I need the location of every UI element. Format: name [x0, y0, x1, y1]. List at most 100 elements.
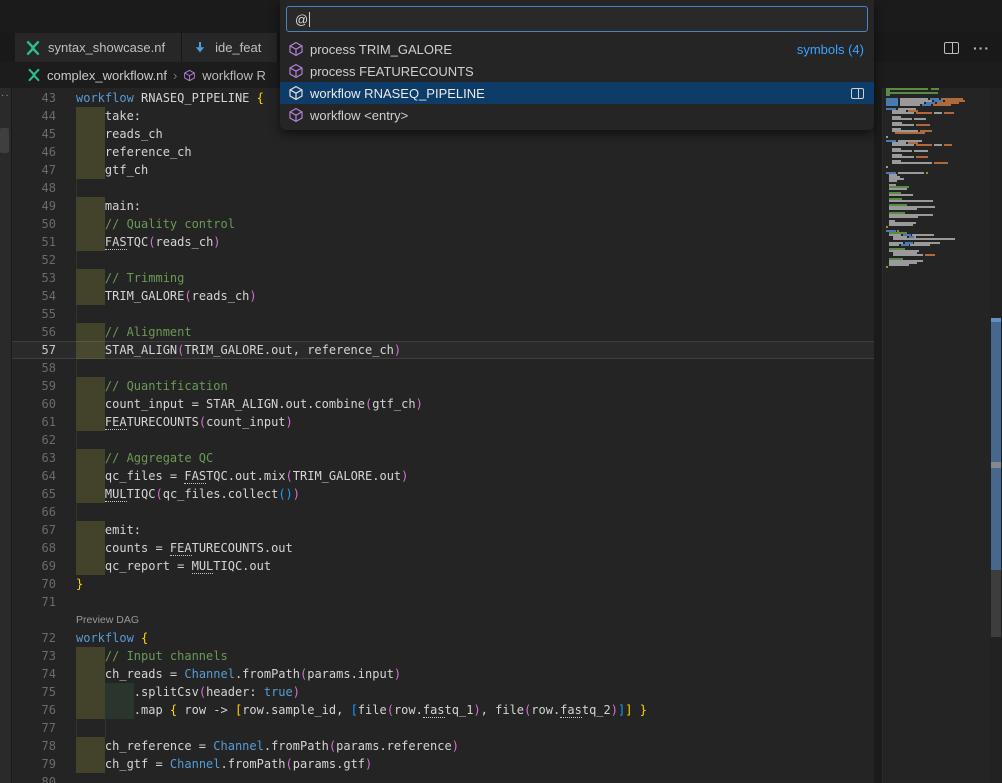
code-line[interactable]: 57STAR_ALIGN(TRIM_GALORE.out, reference_… — [12, 341, 874, 359]
code-text: gtf_ch — [105, 161, 148, 179]
symbols-count-link[interactable]: symbols (4) — [797, 42, 864, 57]
line-number: 46 — [12, 143, 56, 161]
quick-pick-item-label: process FEATURECOUNTS — [310, 64, 474, 79]
code-line[interactable]: 55 — [12, 305, 874, 323]
codelens-preview-dag[interactable]: Preview DAG — [76, 611, 139, 629]
minimap-line — [886, 104, 898, 106]
quick-pick-item[interactable]: process TRIM_GALOREsymbols (4) — [280, 38, 874, 60]
indent-guide — [76, 179, 77, 197]
code-line[interactable]: 61FEATURECOUNTS(count_input) — [12, 413, 874, 431]
symbol-cube-icon — [288, 85, 304, 101]
minimap-line — [892, 144, 914, 146]
code-line[interactable]: 64qc_files = FASTQC.out.mix(TRIM_GALORE.… — [12, 467, 874, 485]
code-line[interactable]: 74ch_reads = Channel.fromPath(params.inp… — [12, 665, 874, 683]
code-line[interactable]: 59// Quantification — [12, 377, 874, 395]
tab-ide-features[interactable]: ide_feat — [182, 33, 278, 62]
code-line[interactable]: 66 — [12, 503, 874, 521]
minimap-line — [886, 88, 928, 90]
code-line[interactable]: 68counts = FEATURECOUNTS.out — [12, 539, 874, 557]
code-text: ch_reads = Channel.fromPath(params.input… — [105, 665, 401, 683]
line-number: 44 — [12, 107, 56, 125]
code-line[interactable]: 51FASTQC(reads_ch) — [12, 233, 874, 251]
indent-highlight — [76, 197, 105, 215]
quick-pick-input[interactable]: @ — [286, 6, 868, 32]
code-line[interactable]: 62 — [12, 431, 874, 449]
indent-highlight — [76, 287, 105, 305]
code-text: emit: — [105, 521, 141, 539]
indent-guide — [76, 503, 77, 521]
line-number: 45 — [12, 125, 56, 143]
code-line[interactable]: 52 — [12, 251, 874, 269]
code-line[interactable]: 48 — [12, 179, 874, 197]
quick-pick-item[interactable]: workflow <entry> — [280, 104, 874, 126]
minimap-line — [886, 92, 938, 94]
code-line[interactable]: 73// Input channels — [12, 647, 874, 665]
scrollbar-decoration[interactable] — [991, 468, 1001, 570]
more-actions-icon[interactable]: ··· — [973, 43, 990, 53]
indent-highlight — [76, 143, 105, 161]
quick-pick-item[interactable]: process FEATURECOUNTS — [280, 60, 874, 82]
overflow-dots: ·· — [1, 90, 10, 101]
minimap[interactable] — [882, 88, 990, 783]
code-line[interactable]: 65MULTIQC(qc_files.collect()) — [12, 485, 874, 503]
quick-pick-item[interactable]: workflow RNASEQ_PIPELINE — [280, 82, 874, 104]
code-line[interactable]: 46reference_ch — [12, 143, 874, 161]
code-line[interactable]: 80 — [12, 773, 874, 783]
code-line[interactable]: 63// Aggregate QC — [12, 449, 874, 467]
breadcrumb-file[interactable]: complex_workflow.nf — [47, 68, 167, 83]
code-line[interactable]: 53// Trimming — [12, 269, 874, 287]
minimap-line — [889, 180, 897, 182]
code-text: ch_reference = Channel.fromPath(params.r… — [105, 737, 459, 755]
indent-highlight — [76, 341, 105, 359]
code-line[interactable]: 50// Quality control — [12, 215, 874, 233]
tab-syntax-showcase[interactable]: syntax_showcase.nf — [15, 33, 182, 62]
minimap-line — [933, 104, 951, 106]
line-number: 54 — [12, 287, 56, 305]
tab-label: syntax_showcase.nf — [48, 40, 165, 55]
code-line[interactable]: 60count_input = STAR_ALIGN.out.combine(g… — [12, 395, 874, 413]
code-line[interactable]: 76.map { row -> [row.sample_id, [file(ro… — [12, 701, 874, 719]
side-strip-thumb[interactable] — [0, 128, 9, 153]
code-line[interactable]: 72workflow { — [12, 629, 874, 647]
minimap-line — [931, 88, 939, 90]
code-line[interactable]: 47 gtf_ch — [12, 161, 874, 179]
code-editor[interactable]: 43workflow RNASEQ_PIPELINE {44take:45rea… — [12, 88, 874, 783]
collapsed-side-strip: ·· — [0, 88, 12, 783]
minimap-line — [925, 254, 935, 256]
code-text: // Quality control — [105, 215, 235, 233]
code-line[interactable]: 75.splitCsv(header: true) — [12, 683, 874, 701]
code-line[interactable]: 54 TRIM_GALORE(reads_ch) — [12, 287, 874, 305]
split-editor-icon[interactable] — [944, 42, 959, 54]
line-number: 72 — [12, 629, 56, 647]
indent-highlight — [76, 395, 105, 413]
quick-pick-item-label: workflow RNASEQ_PIPELINE — [310, 86, 485, 101]
code-line[interactable]: 69qc_report = MULTIQC.out — [12, 557, 874, 575]
line-number: 75 — [12, 683, 56, 701]
scrollbar-decoration[interactable] — [991, 322, 1001, 462]
code-line[interactable]: 78ch_reference = Channel.fromPath(params… — [12, 737, 874, 755]
scrollbar-decoration[interactable] — [991, 570, 1001, 637]
indent-highlight — [76, 323, 105, 341]
minimap-line — [898, 172, 924, 174]
minimap-line — [889, 264, 909, 266]
code-line[interactable]: 58 — [12, 359, 874, 377]
code-line[interactable]: 79ch_gtf = Channel.fromPath(params.gtf) — [12, 755, 874, 773]
indent-highlight — [76, 485, 105, 503]
code-line[interactable]: 67emit: — [12, 521, 874, 539]
code-text: TRIM_GALORE(reads_ch) — [105, 287, 257, 305]
editor-scrollbar[interactable] — [990, 88, 1002, 783]
code-line[interactable]: 71 — [12, 593, 874, 611]
symbol-cube-icon — [288, 41, 304, 57]
minimap-line — [922, 104, 931, 106]
breadcrumb-symbol[interactable]: workflow R — [202, 68, 266, 83]
open-to-side-icon[interactable] — [851, 88, 864, 99]
code-text: // Trimming — [105, 269, 184, 287]
code-line[interactable]: 70} — [12, 575, 874, 593]
code-line[interactable]: 56// Alignment — [12, 323, 874, 341]
line-number: 47 — [12, 161, 56, 179]
indent-highlight — [76, 215, 105, 233]
indent-highlight — [76, 683, 105, 701]
code-text: .map { row -> [row.sample_id, [file(row.… — [134, 701, 647, 719]
code-line[interactable]: 49main: — [12, 197, 874, 215]
code-line[interactable]: 77 — [12, 719, 874, 737]
